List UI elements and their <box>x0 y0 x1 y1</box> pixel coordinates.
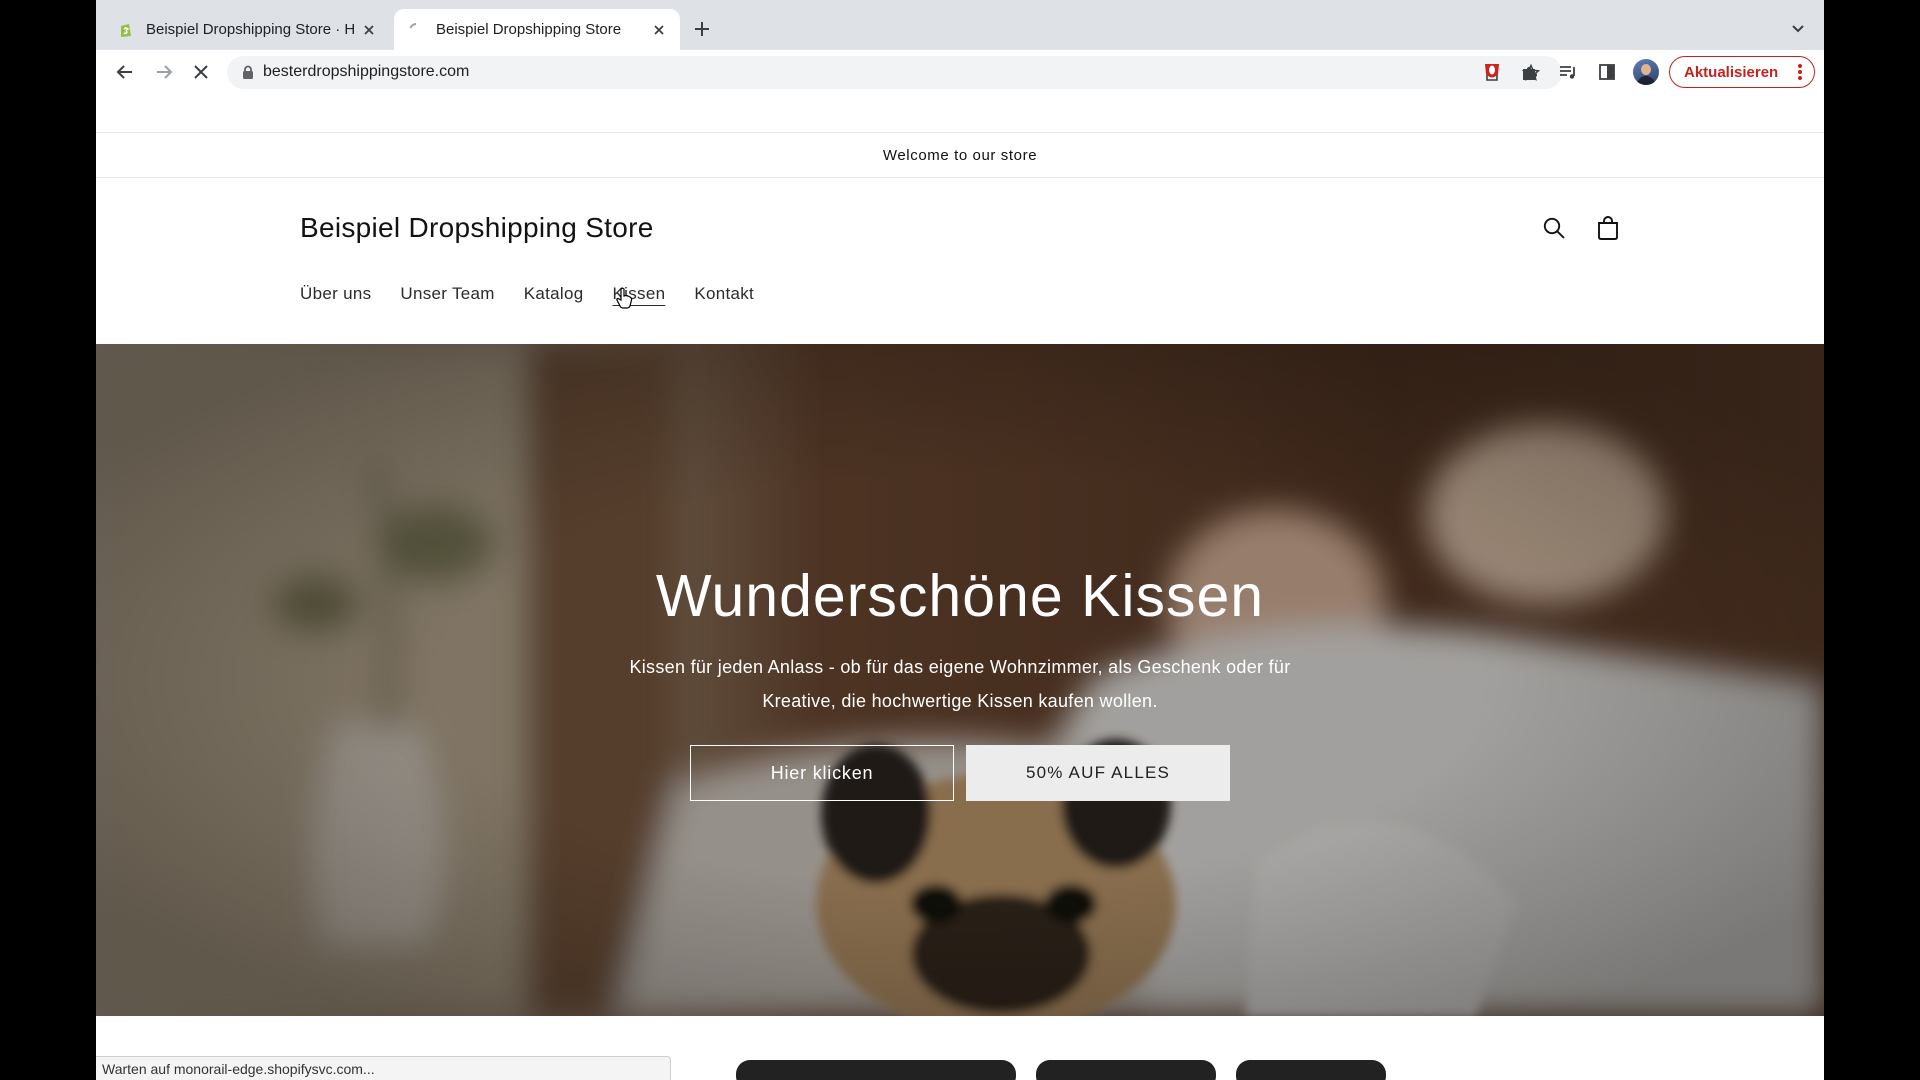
nav-link-katalog[interactable]: Katalog <box>524 284 584 304</box>
nav-link-unser-team[interactable]: Unser Team <box>400 284 494 304</box>
url-text: besterdropshippingstore.com <box>263 63 470 80</box>
web-page: Welcome to our store Beispiel Dropshippi… <box>96 94 1824 1080</box>
lock-icon <box>243 65 253 79</box>
main-navigation: Über uns Unser Team Katalog Kissen Konta… <box>300 284 754 304</box>
loading-spinner-icon <box>408 22 424 38</box>
nav-link-ueber-uns[interactable]: Über uns <box>300 284 371 304</box>
store-logo-title[interactable]: Beispiel Dropshipping Store <box>300 212 654 244</box>
tab-store[interactable]: Beispiel Dropshipping Store <box>394 9 680 50</box>
profile-avatar[interactable] <box>1633 59 1659 85</box>
hero-banner: Wunderschöne Kissen Kissen für jeden Anl… <box>96 344 1824 1016</box>
stop-loading-icon[interactable] <box>186 57 216 87</box>
hero-title: Wunderschöne Kissen <box>655 563 1265 629</box>
status-bar: Warten auf monorail-edge.shopifysvc.com.… <box>96 1056 671 1080</box>
address-bar[interactable]: besterdropshippingstore.com <box>227 56 1562 89</box>
opera-extension-icon[interactable] <box>1479 59 1505 85</box>
back-icon[interactable] <box>110 57 140 87</box>
tab-strip: Beispiel Dropshipping Store · H Beispiel… <box>96 0 1824 50</box>
chevron-down-icon[interactable] <box>1786 17 1810 41</box>
update-button[interactable]: Aktualisieren <box>1669 56 1815 88</box>
nav-link-kontakt[interactable]: Kontakt <box>694 284 754 304</box>
update-button-label: Aktualisieren <box>1684 63 1779 81</box>
new-tab-icon[interactable] <box>688 15 716 43</box>
tab-shopify-admin[interactable]: Beispiel Dropshipping Store · H <box>104 9 390 50</box>
shopify-icon <box>118 22 134 38</box>
cart-icon[interactable] <box>1592 212 1624 244</box>
close-tab-icon[interactable] <box>360 21 378 39</box>
browser-window: Beispiel Dropshipping Store · H Beispiel… <box>96 0 1824 1080</box>
close-tab-icon[interactable] <box>650 21 668 39</box>
more-vertical-icon <box>1798 64 1802 80</box>
side-panel-icon[interactable] <box>1594 59 1620 85</box>
hero-subtitle: Kissen für jeden Anlass - ob für das eig… <box>629 657 1291 711</box>
search-icon[interactable] <box>1538 212 1570 244</box>
tab-title: Beispiel Dropshipping Store <box>436 21 622 38</box>
hier-klicken-button[interactable]: Hier klicken <box>690 745 954 801</box>
hero-content: Wunderschöne Kissen Kissen für jeden Anl… <box>96 344 1824 1016</box>
announcement-bar: Welcome to our store <box>96 132 1824 178</box>
media-queue-icon[interactable] <box>1555 59 1581 85</box>
sale-button[interactable]: 50% AUF ALLES <box>966 745 1230 801</box>
forward-icon[interactable] <box>149 57 179 87</box>
tab-title: Beispiel Dropshipping Store · H <box>146 21 356 38</box>
browser-toolbar: besterdropshippingstore.com Aktualisiere… <box>96 50 1824 94</box>
extensions-puzzle-icon[interactable] <box>1517 59 1543 85</box>
hand-pointer-icon <box>616 287 633 309</box>
